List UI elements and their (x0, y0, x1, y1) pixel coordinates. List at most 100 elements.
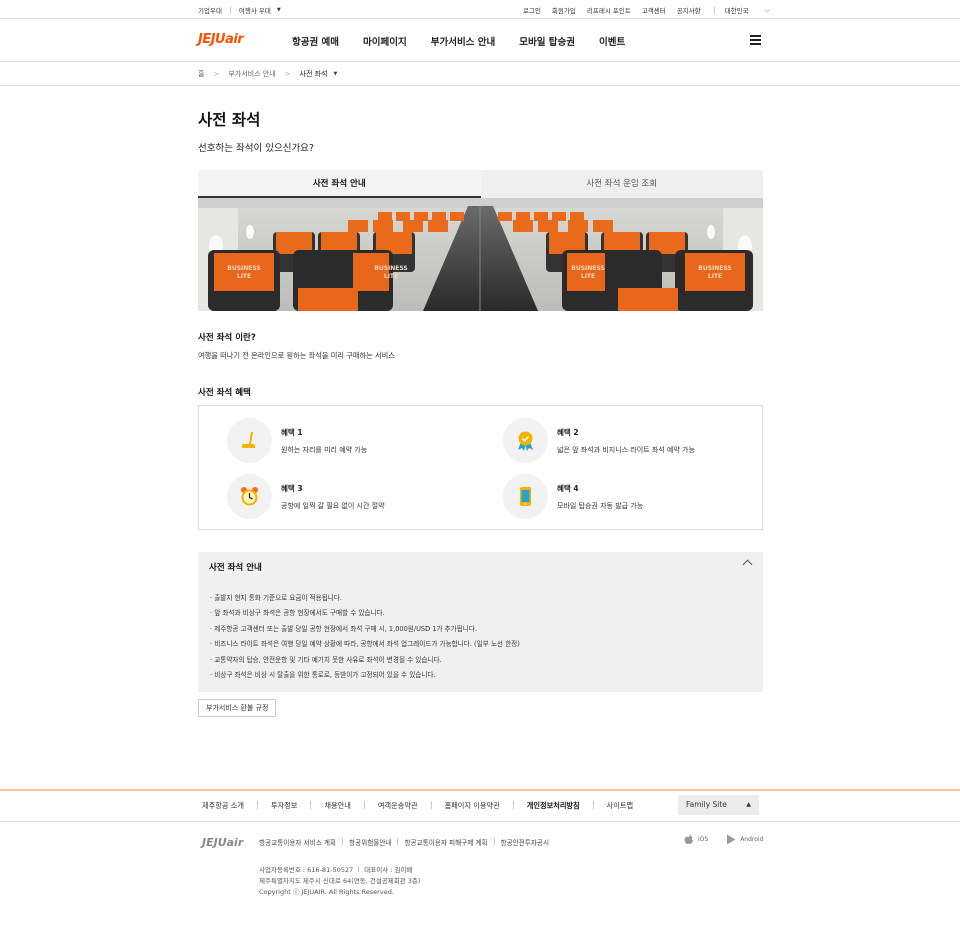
medal-icon (503, 418, 548, 463)
footer-link-sitemap[interactable]: 사이트맵 (607, 801, 633, 811)
tab-seat-fare[interactable]: 사전 좌석 운임 조회 (480, 170, 763, 198)
seat-label: LITE (708, 273, 722, 280)
tab-bar: 사전 좌석 안내 사전 좌석 운임 조회 (198, 170, 763, 198)
main-header: JEJUair 항공권 예매 마이페이지 부가서비스 안내 모바일 탑승권 이벤… (0, 19, 960, 62)
corp-benefit-link[interactable]: 기업우대 (198, 5, 222, 15)
benefit-title: 혜택 1 (281, 428, 303, 437)
list-item: · 교통약자의 탑승, 안전운항 및 기타 예기치 못한 사유로 좌석이 변경될… (210, 655, 442, 664)
seat-label: LITE (384, 273, 398, 280)
utility-right: 로그인 회원가입 리프레시 포인트 고객센터 공지사항 대한민국 ⌵ (523, 5, 770, 16)
nav-item-booking[interactable]: 항공권 예매 (292, 34, 339, 48)
footer-link-careers[interactable]: 채용안내 (324, 801, 350, 811)
accordion-title[interactable]: 사전 좌석 안내 (209, 561, 262, 573)
apple-icon (684, 834, 693, 844)
refund-policy-button[interactable]: 부가서비스 환불 규정 (198, 699, 277, 717)
chevron-up-icon[interactable] (742, 559, 753, 570)
utility-left: 기업우대 여행사 우대 ▼ (198, 5, 281, 15)
company-address: 제주특별자치도 제주시 신대로 64(연동, 건설공제회관 3층) (259, 877, 421, 885)
benefit-desc: 모바일 탑승권 자동 발급 가능 (557, 502, 644, 510)
region-selector[interactable]: 대한민국 (725, 5, 749, 15)
divider (229, 6, 231, 14)
list-item: · 제주항공 고객센터 또는 출발 당일 공항 현장에서 좌석 구매 시, 1,… (210, 624, 478, 633)
ceo-name: 대표이사 : 김이배 (364, 866, 413, 874)
refresh-point-link[interactable]: 리프레시 포인트 (587, 5, 631, 15)
footer-nav: 제주항공 소개 투자정보 채용안내 여객운송약관 홈페이지 이용약관 개인정보처… (0, 791, 960, 822)
list-item: · 비상구 좌석은 비상 시 탈출을 위한 통로로, 등받이가 고정되어 있을 … (210, 670, 436, 679)
family-site-label: Family Site (686, 800, 727, 809)
benefits-heading: 사전 좌석 혜택 (198, 388, 251, 398)
policy-link[interactable]: 항공교통이용자 피해구제 계획 (404, 837, 487, 847)
seat-label: LITE (581, 273, 595, 280)
nav-item-event[interactable]: 이벤트 (599, 34, 625, 48)
play-icon (727, 834, 736, 845)
benefit-item: 혜택 4 모바일 탑승권 자동 발급 가능 (503, 474, 753, 519)
breadcrumb-parent[interactable]: 부가서비스 안내 (228, 69, 275, 79)
policy-link[interactable]: 항공교통이용자 서비스 계획 (259, 837, 336, 847)
seat-label: BUSINESS (571, 265, 605, 272)
android-app-link[interactable]: Android (726, 834, 763, 845)
main-content: 사전 좌석 선호하는 좌석이 있으신가요? 사전 좌석 안내 사전 좌석 운임 … (198, 108, 763, 717)
caret-down-icon[interactable]: ▼ (334, 71, 338, 77)
family-site-select[interactable]: Family Site ▲ (678, 795, 759, 815)
android-label: Android (740, 836, 764, 843)
footer-link-terms[interactable]: 홈페이지 이용약관 (445, 801, 500, 811)
benefit-title: 혜택 3 (281, 484, 303, 493)
list-item: · 비즈니스 라이트 좌석은 여행 당일 예약 상황에 따라, 공항에서 좌석 … (210, 640, 520, 649)
breadcrumb-current[interactable]: 사전 좌석 (300, 69, 328, 79)
benefit-title: 혜택 4 (557, 484, 579, 493)
benefit-desc: 넓은 앞 좌석과 비지니스 라이트 좌석 예약 가능 (557, 446, 695, 454)
cabin-banner-image: BUSINESS LITE BUSINESS LITE BUSINESS LIT… (198, 198, 763, 311)
business-number: 사업자등록번호 : 616-81-50527 (259, 866, 354, 874)
footer-link-about[interactable]: 제주항공 소개 (202, 801, 244, 811)
footer-link-privacy[interactable]: 개인정보처리방침 (527, 801, 580, 811)
chevron-right-icon: > (284, 70, 291, 78)
ios-app-link[interactable]: iOS (684, 834, 708, 845)
footer-link-invest[interactable]: 투자정보 (271, 801, 297, 811)
policy-link[interactable]: 항공위험물안내 (349, 837, 391, 847)
breadcrumb: 홈 > 부가서비스 안내 > 사전 좌석 ▼ (0, 62, 960, 86)
seat-label: BUSINESS (374, 265, 408, 272)
seat-label: BUSINESS (698, 265, 732, 272)
benefit-title: 혜택 2 (557, 428, 579, 437)
seat-label: LITE (237, 273, 251, 280)
notice-link[interactable]: 공지사항 (677, 5, 701, 15)
benefit-desc: 원하는 자리를 미리 예약 가능 (281, 446, 368, 454)
footer-logo: JEJUair (202, 836, 244, 849)
chevron-right-icon: > (213, 70, 220, 78)
alarm-clock-icon (227, 474, 272, 519)
jejuair-logo[interactable]: JEJUair (198, 32, 244, 47)
footer-policies: 항공교통이용자 서비스 계획 항공위험물안내 항공교통이용자 피해구제 계획 항… (259, 837, 549, 847)
divider (713, 6, 715, 14)
list-item: · 출발지 현지 통화 기준으로 요금이 적용됩니다. (210, 594, 343, 602)
benefit-item: 혜택 3 공항에 일찍 갈 필요 없이 시간 절약 (227, 474, 477, 519)
benefit-item: 혜택 1 원하는 자리를 미리 예약 가능 (227, 418, 477, 463)
page-title: 사전 좌석 (198, 111, 261, 129)
benefit-desc: 공항에 일찍 갈 필요 없이 시간 절약 (281, 502, 385, 510)
signup-link[interactable]: 회원가입 (552, 5, 576, 15)
nav-item-mobile-pass[interactable]: 모바일 탑승권 (519, 34, 575, 48)
what-description: 여행을 떠나기 전 온라인으로 원하는 좌석을 미리 구매하는 서비스 (198, 351, 395, 360)
what-heading: 사전 좌석 이란? (198, 333, 256, 343)
agency-benefit-link[interactable]: 여행사 우대 (239, 5, 271, 15)
ios-label: iOS (698, 836, 709, 843)
page-subtitle: 선호하는 좌석이 있으신가요? (198, 143, 314, 154)
footer-link-carriage[interactable]: 여객운송약관 (378, 801, 418, 811)
company-info: 사업자등록번호 : 616-81-50527 대표이사 : 김이배 제주특별자치도… (259, 865, 420, 898)
list-item: · 앞 좌석과 비상구 좌석은 공항 현장에서도 구매할 수 있습니다. (210, 609, 385, 618)
chevron-down-icon[interactable]: ⌵ (765, 6, 770, 15)
utility-bar: 기업우대 여행사 우대 ▼ 로그인 회원가입 리프레시 포인트 고객센터 공지사… (0, 0, 960, 19)
breadcrumb-home[interactable]: 홈 (198, 69, 204, 79)
seat-label: BUSINESS (227, 265, 261, 272)
menu-icon[interactable] (750, 35, 761, 45)
benefit-item: 혜택 2 넓은 앞 좌석과 비지니스 라이트 좌석 예약 가능 (503, 418, 753, 463)
guide-list: · 출발지 현지 통화 기준으로 요금이 적용됩니다. · 앞 좌석과 비상구 … (210, 592, 520, 684)
nav-item-services[interactable]: 부가서비스 안내 (431, 34, 496, 48)
policy-link[interactable]: 항공안전투자공시 (501, 837, 550, 847)
nav-item-mypage[interactable]: 마이페이지 (363, 34, 407, 48)
caret-up-icon: ▲ (746, 801, 751, 808)
tab-seat-guide[interactable]: 사전 좌석 안내 (198, 170, 481, 198)
benefits-box: 혜택 1 원하는 자리를 미리 예약 가능 혜택 2 넓은 앞 좌석과 비지니스… (198, 405, 763, 530)
customer-center-link[interactable]: 고객센터 (642, 5, 666, 15)
login-link[interactable]: 로그인 (523, 5, 541, 15)
caret-down-icon[interactable]: ▼ (277, 7, 281, 13)
